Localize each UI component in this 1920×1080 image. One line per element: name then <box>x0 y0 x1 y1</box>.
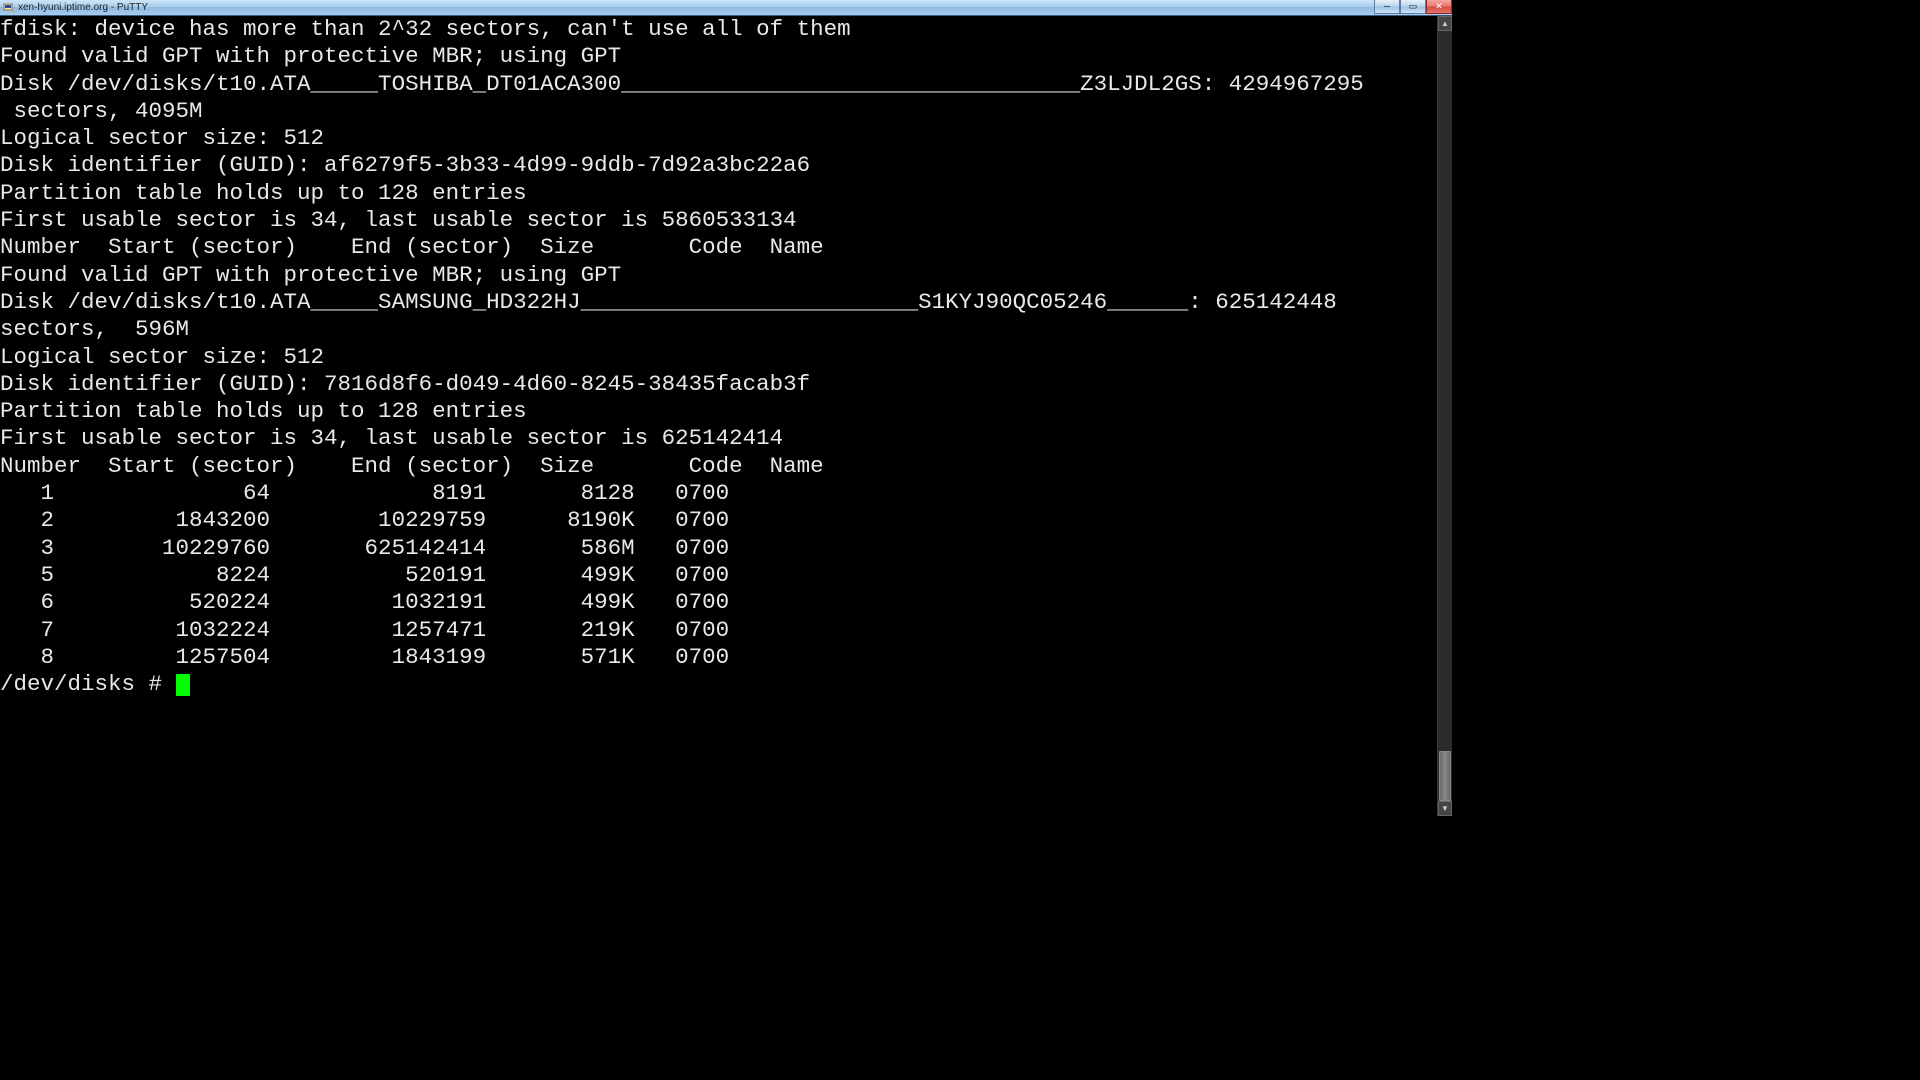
terminal-line: Partition table holds up to 128 entries <box>0 180 1437 207</box>
terminal-line: Logical sector size: 512 <box>0 344 1437 371</box>
terminal-line: 7 1032224 1257471 219K 0700 <box>0 617 1437 644</box>
cursor-icon <box>176 674 191 697</box>
terminal-line: Disk /dev/disks/t10.ATA_____TOSHIBA_DT01… <box>0 71 1437 98</box>
terminal-line: Found valid GPT with protective MBR; usi… <box>0 262 1437 289</box>
scroll-thumb[interactable] <box>1439 751 1451 801</box>
terminal-line: First usable sector is 34, last usable s… <box>0 425 1437 452</box>
terminal-line: 8 1257504 1843199 571K 0700 <box>0 644 1437 671</box>
terminal-prompt-line: /dev/disks # <box>0 671 1437 698</box>
putty-icon <box>3 2 15 14</box>
terminal-line: fdisk: device has more than 2^32 sectors… <box>0 16 1437 43</box>
terminal-line: Disk identifier (GUID): af6279f5-3b33-4d… <box>0 152 1437 179</box>
terminal-line: sectors, 4095M <box>0 98 1437 125</box>
terminal-line: Number Start (sector) End (sector) Size … <box>0 234 1437 261</box>
terminal-line: Disk identifier (GUID): 7816d8f6-d049-4d… <box>0 371 1437 398</box>
terminal-line: Found valid GPT with protective MBR; usi… <box>0 43 1437 70</box>
window-title: xen-hyuni.iptime.org - PuTTY <box>18 2 1374 13</box>
scroll-track[interactable] <box>1438 31 1452 801</box>
terminal-area: fdisk: device has more than 2^32 sectors… <box>0 16 1452 816</box>
terminal-line: Logical sector size: 512 <box>0 125 1437 152</box>
window-titlebar[interactable]: xen-hyuni.iptime.org - PuTTY ─ ▭ ✕ <box>0 0 1452 16</box>
scrollbar[interactable]: ▲ ▼ <box>1437 16 1452 816</box>
terminal-line: 5 8224 520191 499K 0700 <box>0 562 1437 589</box>
terminal-line: Partition table holds up to 128 entries <box>0 398 1437 425</box>
terminal-line: Number Start (sector) End (sector) Size … <box>0 453 1437 480</box>
terminal-line: 6 520224 1032191 499K 0700 <box>0 589 1437 616</box>
terminal-line: 1 64 8191 8128 0700 <box>0 480 1437 507</box>
minimize-button[interactable]: ─ <box>1374 0 1400 14</box>
terminal-line: 2 1843200 10229759 8190K 0700 <box>0 507 1437 534</box>
window-controls: ─ ▭ ✕ <box>1374 0 1452 15</box>
scroll-up-button[interactable]: ▲ <box>1438 16 1452 31</box>
terminal-line: First usable sector is 34, last usable s… <box>0 207 1437 234</box>
scroll-down-button[interactable]: ▼ <box>1438 801 1452 816</box>
terminal[interactable]: fdisk: device has more than 2^32 sectors… <box>0 16 1437 816</box>
maximize-button[interactable]: ▭ <box>1400 0 1426 14</box>
close-button[interactable]: ✕ <box>1426 0 1452 14</box>
terminal-line: Disk /dev/disks/t10.ATA_____SAMSUNG_HD32… <box>0 289 1437 316</box>
terminal-line: 3 10229760 625142414 586M 0700 <box>0 535 1437 562</box>
terminal-line: sectors, 596M <box>0 316 1437 343</box>
putty-window: xen-hyuni.iptime.org - PuTTY ─ ▭ ✕ fdisk… <box>0 0 1452 816</box>
